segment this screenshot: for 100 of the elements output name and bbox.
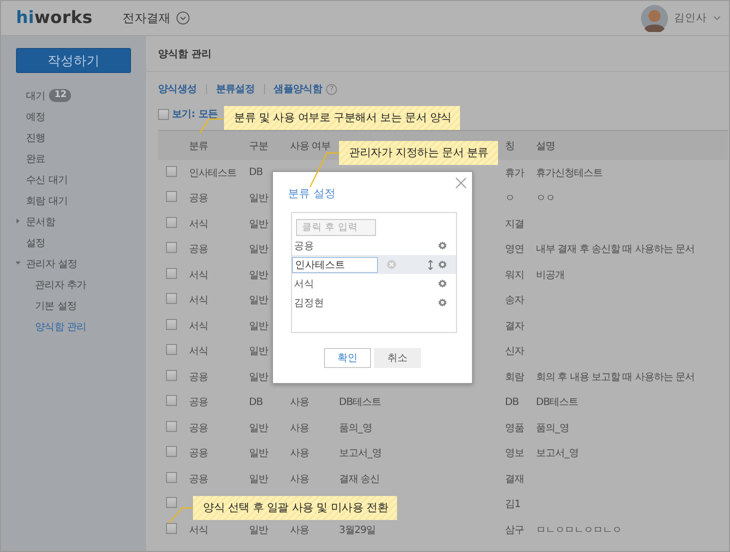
checkbox[interactable] xyxy=(166,420,177,432)
move-icon[interactable] xyxy=(428,260,433,270)
column-header: 사용 여부 xyxy=(290,140,331,152)
table-cell: 휴가신청테스트 xyxy=(536,168,602,179)
sidebar-item[interactable]: 대기 xyxy=(26,88,46,102)
table-cell: 내부 결재 후 송신할 때 사용하는 문서 xyxy=(536,244,695,256)
sidebar-item[interactable]: 완료 xyxy=(26,152,46,166)
dropdown-icon[interactable] xyxy=(176,11,190,25)
table-cell: 서식 xyxy=(189,524,208,536)
table-cell: 결재 송신 xyxy=(339,474,380,485)
close-icon[interactable] xyxy=(455,177,467,189)
tab-link[interactable]: 양식생성 xyxy=(158,82,197,96)
checkbox[interactable] xyxy=(166,216,177,228)
gear-icon[interactable] xyxy=(438,279,447,288)
sidebar-item[interactable]: 예정 xyxy=(26,110,46,124)
confirm-button[interactable]: 확인 xyxy=(324,348,371,368)
chevron-down-icon[interactable] xyxy=(713,15,721,21)
filter-label[interactable]: 보기: 모든 xyxy=(172,107,218,121)
gear-icon[interactable] xyxy=(438,260,447,269)
table-cell: ㅁㄴㅇㅁㄴㅇㅁㄴㅇ xyxy=(536,524,622,536)
checkbox[interactable] xyxy=(166,472,177,483)
table-cell: 공용 xyxy=(189,372,208,383)
table-cell: 사용 xyxy=(290,397,309,408)
table-cell: 서식 xyxy=(189,346,208,358)
leader-line xyxy=(309,152,340,188)
leader-line xyxy=(199,118,224,134)
table-cell: 일반 xyxy=(249,295,268,306)
caret-down-icon[interactable] xyxy=(15,260,21,266)
count-badge: 12 xyxy=(49,89,72,102)
checkbox[interactable] xyxy=(166,318,177,330)
sidebar-item[interactable]: 설정 xyxy=(26,236,46,250)
table-cell: 비공개 xyxy=(536,270,564,281)
checkbox[interactable] xyxy=(166,344,177,356)
table-cell: 신자 xyxy=(505,346,524,358)
table-cell: 일반 xyxy=(249,218,268,230)
table-cell: 공용 xyxy=(189,397,208,408)
gear-icon[interactable] xyxy=(438,298,447,307)
category-item[interactable]: 공용 xyxy=(294,238,438,252)
caret-right-icon[interactable] xyxy=(15,218,21,224)
tab-link[interactable]: 분류설정 xyxy=(216,82,255,96)
checkbox[interactable] xyxy=(166,293,177,304)
checkbox[interactable] xyxy=(166,166,177,177)
category-item[interactable]: 서식 xyxy=(294,276,438,290)
sidebar-item[interactable]: 관리자 추가 xyxy=(35,278,86,292)
gear-icon[interactable] xyxy=(438,241,447,250)
avatar-icon[interactable] xyxy=(641,4,668,32)
table-cell: ㅇㅇ xyxy=(536,193,555,204)
table-cell: 삼구 xyxy=(505,524,524,536)
table-cell: 워지 xyxy=(505,270,524,281)
sidebar-item[interactable]: 회람 대기 xyxy=(26,194,68,208)
user-name[interactable]: 김인사 xyxy=(674,11,707,25)
table-cell: 보고서_영 xyxy=(536,448,578,460)
callout: 양식 선택 후 일괄 사용 및 미사용 전환 xyxy=(193,496,398,520)
sidebar-item[interactable]: 수신 대기 xyxy=(26,172,68,186)
table-cell: 서식 xyxy=(189,320,208,332)
table-cell: DB xyxy=(505,396,519,408)
checkbox[interactable] xyxy=(166,191,177,202)
sidebar-item[interactable]: 문서함 xyxy=(26,214,56,228)
table-cell: 사용 xyxy=(290,422,309,434)
table-cell: 휴가 xyxy=(505,168,524,179)
table-cell: 일반 xyxy=(249,448,268,460)
checkbox[interactable] xyxy=(166,395,177,406)
callout: 분류 및 사용 여부로 구분해서 보는 문서 양식 xyxy=(224,106,460,130)
sidebar-item[interactable]: 기본 설정 xyxy=(35,298,77,312)
table-cell: 사용 xyxy=(290,448,309,460)
sidebar-item[interactable]: 양식함 관리 xyxy=(35,320,86,334)
input-field[interactable]: 클릭 후 입력 xyxy=(296,219,376,236)
checkbox[interactable] xyxy=(166,370,177,381)
table-cell: 회람 xyxy=(505,372,524,383)
input-field[interactable]: 인사테스트 xyxy=(292,256,378,272)
column-header: 설명 xyxy=(536,140,555,152)
table-cell: 일반 xyxy=(249,474,268,485)
sidebar-item[interactable]: 진행 xyxy=(26,130,46,144)
table-cell: 서식 xyxy=(189,295,208,306)
table-cell: 일반 xyxy=(249,270,268,281)
clear-icon[interactable] xyxy=(387,260,396,269)
table-cell: 공용 xyxy=(189,193,208,204)
cancel-button[interactable]: 취소 xyxy=(374,348,421,368)
category-item[interactable]: 김정현 xyxy=(294,296,438,310)
sidebar-item[interactable]: 관리자 설정 xyxy=(26,256,78,270)
checkbox[interactable] xyxy=(166,522,177,534)
checkbox[interactable] xyxy=(166,242,177,254)
logo[interactable]: hiworks xyxy=(16,8,93,28)
compose-button[interactable]: 작성하기 xyxy=(16,48,131,73)
dialog-title: 분류 설정 xyxy=(288,186,336,201)
table-cell: 사용 xyxy=(290,524,309,536)
table-cell: 3월29일 xyxy=(339,524,376,536)
checkbox[interactable] xyxy=(158,108,169,120)
app-title[interactable]: 전자결재 xyxy=(122,10,171,26)
table-cell: DB xyxy=(249,167,263,178)
tab-link[interactable]: 샘플양식함 xyxy=(274,82,322,96)
table-cell: 보고서_영 xyxy=(339,448,382,460)
checkbox[interactable] xyxy=(166,446,177,458)
table-cell: 품의_영 xyxy=(536,422,569,434)
table-cell: 일반 xyxy=(249,372,268,383)
table-cell: ㅇ xyxy=(505,193,514,204)
checkbox[interactable] xyxy=(166,268,177,279)
table-cell: 품의_영 xyxy=(339,422,372,434)
checkbox[interactable] xyxy=(166,497,177,508)
table-cell: 일반 xyxy=(249,524,268,536)
